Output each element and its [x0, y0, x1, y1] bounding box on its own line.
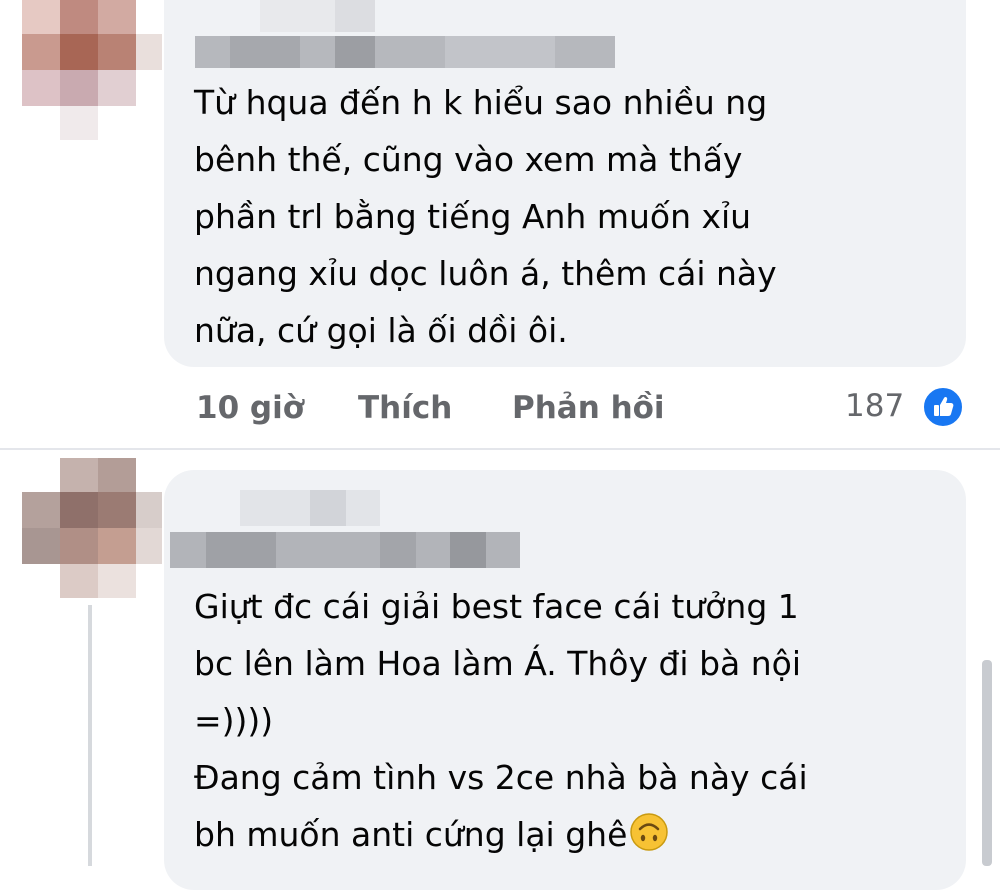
comment-line: bh muốn anti cứng lại ghê [194, 806, 808, 863]
comment-line: phần trl bằng tiếng Anh muốn xỉu [194, 197, 752, 236]
comment-line: ngang xỉu dọc luôn á, thêm cái này [194, 254, 777, 293]
reaction-count[interactable]: 187 [845, 388, 904, 424]
upside-down-face-icon [629, 812, 669, 852]
comment-line: Từ hqua đến h k hiểu sao nhiều ng [194, 83, 768, 122]
divider [0, 448, 1000, 450]
comment-line: nữa, cứ gọi là ối dồi ôi. [194, 311, 568, 350]
comment-line: =)))) [194, 701, 274, 740]
author-name-blurred[interactable] [170, 490, 520, 568]
reply-button[interactable]: Phản hồi [512, 390, 665, 426]
avatar[interactable] [22, 0, 162, 140]
scrollbar[interactable] [982, 660, 992, 866]
comment-text: Từ hqua đến h k hiểu sao nhiều ng bênh t… [194, 74, 777, 359]
comment-line: bc lên làm Hoa làm Á. Thôy đi bà nội [194, 644, 802, 683]
thread-line [88, 605, 92, 866]
comment-timestamp[interactable]: 10 giờ [196, 390, 304, 426]
like-button[interactable]: Thích [358, 390, 452, 426]
like-icon[interactable] [921, 385, 965, 429]
comment-line-text: bh muốn anti cứng lại ghê [194, 815, 628, 854]
comment-line: Đang cảm tình vs 2ce nhà bà này cái [194, 758, 808, 797]
author-name-blurred[interactable] [195, 0, 615, 68]
comment-line: bênh thế, cũng vào xem mà thấy [194, 140, 743, 179]
comment-line: Giựt đc cái giải best face cái tưởng 1 [194, 587, 799, 626]
avatar[interactable] [22, 458, 162, 598]
comment-text: Giựt đc cái giải best face cái tưởng 1 b… [194, 578, 808, 863]
